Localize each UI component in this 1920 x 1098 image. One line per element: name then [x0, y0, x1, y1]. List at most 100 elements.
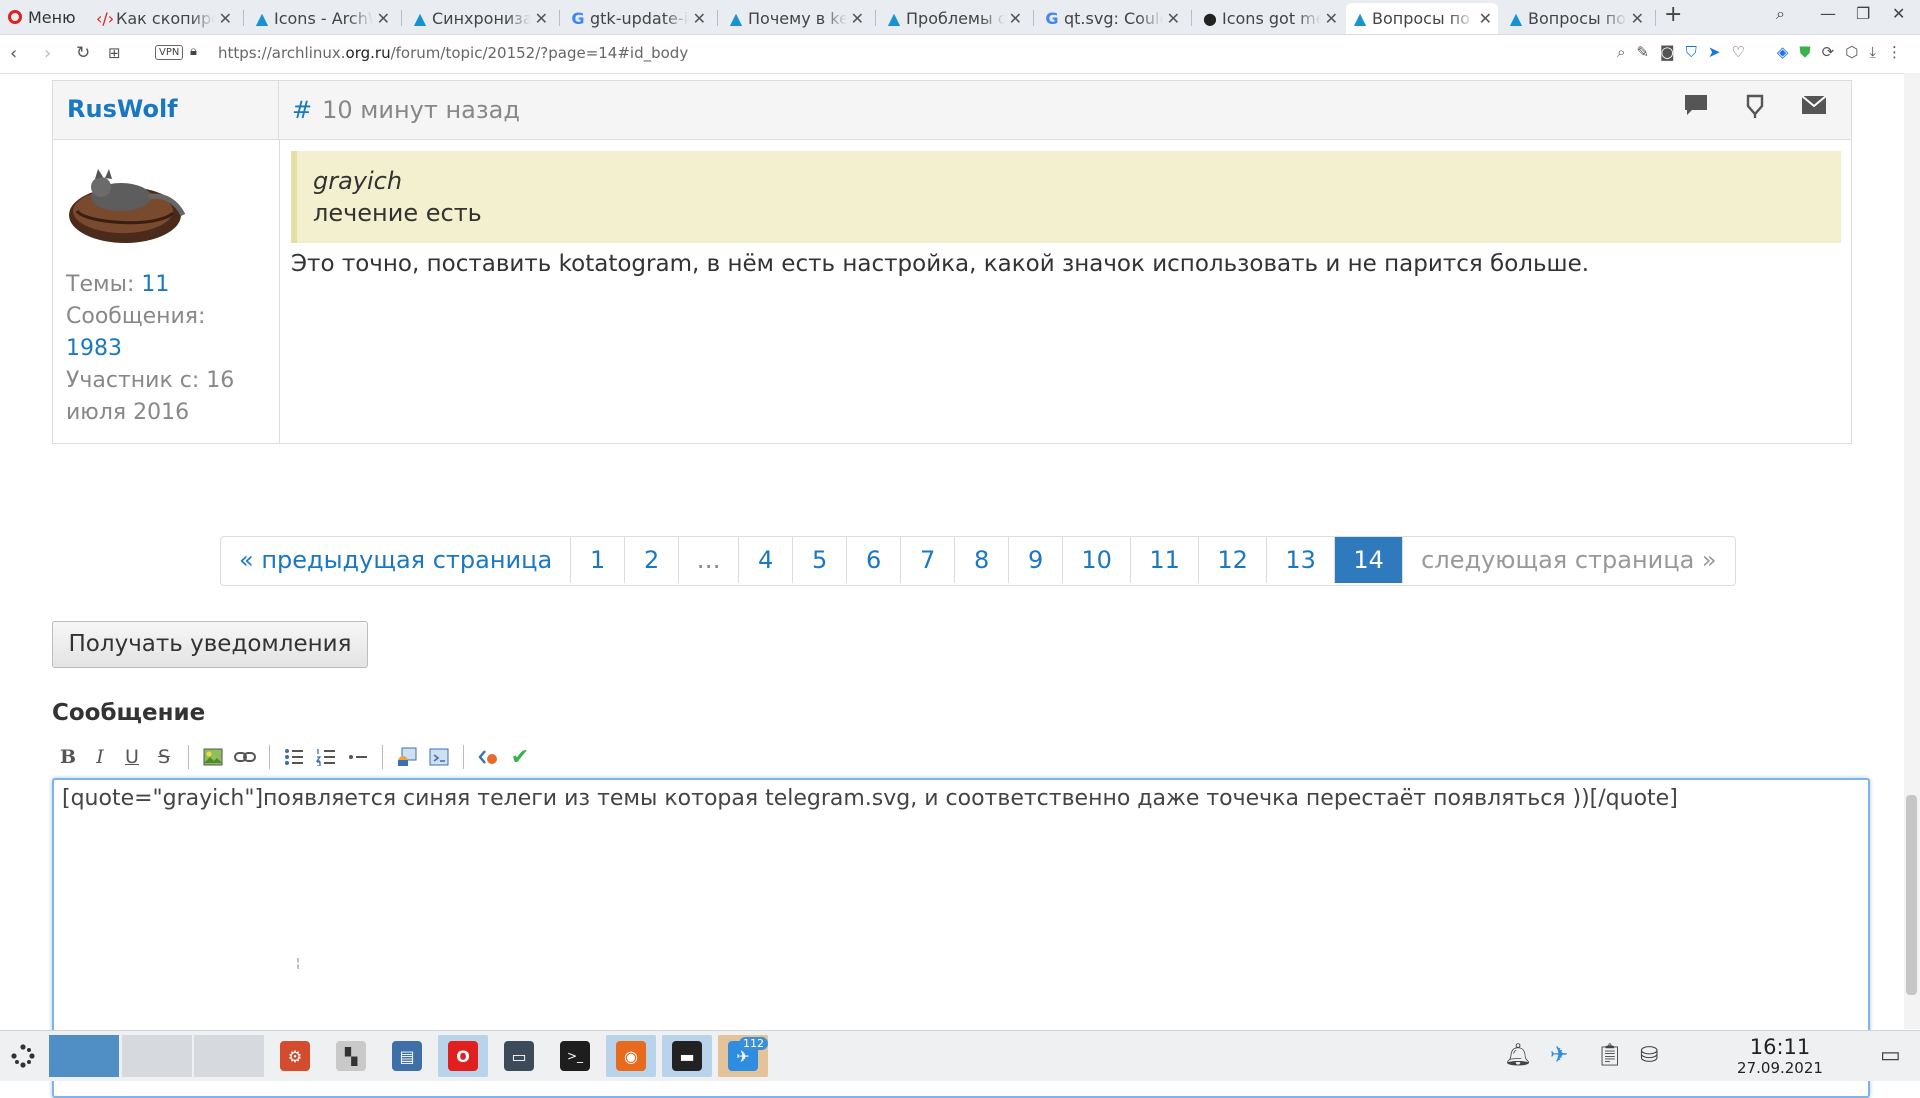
- page-link-4[interactable]: 4: [739, 537, 794, 583]
- show-desktop-icon[interactable]: ▭: [1880, 1043, 1901, 1068]
- taskbar-viewer-app[interactable]: ▚: [326, 1035, 376, 1077]
- subscribe-notifications-button[interactable]: Получать уведомления: [52, 621, 368, 668]
- post-permalink[interactable]: #: [292, 96, 312, 124]
- page-link-13[interactable]: 13: [1267, 537, 1336, 583]
- tab-close-icon[interactable]: ✕: [535, 9, 548, 28]
- page-link-2[interactable]: 2: [625, 537, 680, 583]
- taskbar-terminal-app[interactable]: ▭: [494, 1035, 544, 1077]
- page-link-11[interactable]: 11: [1131, 537, 1200, 583]
- page-link-12[interactable]: 12: [1199, 537, 1268, 583]
- bold-icon[interactable]: B: [52, 743, 84, 771]
- vpn-extension-icon[interactable]: ◈: [1777, 43, 1789, 61]
- clipboard-icon[interactable]: 📋︎: [1596, 1043, 1624, 1068]
- usb-drive-icon[interactable]: ⛁: [1640, 1043, 1658, 1068]
- reload-icon[interactable]: ↻: [76, 43, 90, 63]
- edit-icon[interactable]: ✎: [1636, 43, 1649, 61]
- new-tab-plus-icon[interactable]: +: [1664, 2, 1682, 27]
- tab-close-icon[interactable]: ✕: [851, 9, 864, 28]
- topics-count-link[interactable]: 11: [141, 272, 169, 297]
- tab-7[interactable]: G qt.svg: Could ✕: [1038, 4, 1186, 32]
- adblock-shield-icon[interactable]: ⛊: [1799, 43, 1810, 61]
- tab-close-icon[interactable]: ✕: [1631, 9, 1644, 28]
- opera-menu-button[interactable]: Меню: [8, 0, 76, 34]
- tab-1[interactable]: ‹/› Как скопиров ✕: [90, 4, 238, 32]
- reply-bubble-icon[interactable]: [1683, 93, 1709, 126]
- send-icon[interactable]: ➤: [1708, 43, 1721, 61]
- taskbar-window-app[interactable]: ▬: [662, 1035, 712, 1077]
- close-window-icon[interactable]: ✕: [1892, 4, 1905, 23]
- vpn-badge[interactable]: VPN: [155, 45, 184, 60]
- taskbar-settings-app[interactable]: ⚙: [270, 1035, 320, 1077]
- page-link-9[interactable]: 9: [1009, 537, 1064, 583]
- speed-dial-icon[interactable]: ⊞: [108, 44, 121, 62]
- tab-close-icon[interactable]: ✕: [693, 9, 706, 28]
- restore-icon[interactable]: ❐: [1856, 4, 1870, 23]
- quote-insert-icon[interactable]: [391, 743, 423, 771]
- clock[interactable]: 16:11 27.09.2021: [1690, 1035, 1870, 1077]
- code-insert-icon[interactable]: [423, 743, 455, 771]
- tab-8[interactable]: ● Icons got me ✕: [1196, 4, 1344, 32]
- notifications-bell-icon[interactable]: 🔔︎: [1504, 1043, 1532, 1068]
- page-scrollbar-thumb[interactable]: [1906, 795, 1917, 995]
- page-link-8[interactable]: 8: [955, 537, 1010, 583]
- user-avatar[interactable]: [65, 163, 186, 247]
- page-link-1[interactable]: 1: [571, 537, 626, 583]
- taskbar-opera-app[interactable]: O: [438, 1035, 488, 1077]
- taskbar-console-app[interactable]: >_: [550, 1035, 600, 1077]
- tab-4[interactable]: G gtk-update-icon ✕: [564, 4, 712, 32]
- workspace-3[interactable]: [194, 1035, 264, 1077]
- tab-close-icon[interactable]: ✕: [1009, 9, 1022, 28]
- tab-close-icon[interactable]: ✕: [219, 9, 232, 28]
- forward-icon[interactable]: ›: [44, 43, 51, 64]
- search-page-icon[interactable]: ⌕: [1617, 43, 1625, 61]
- page-link-6[interactable]: 6: [847, 537, 902, 583]
- mail-icon[interactable]: [1801, 93, 1827, 126]
- page-link-5[interactable]: 5: [793, 537, 848, 583]
- app-launcher-icon[interactable]: [10, 1043, 36, 1075]
- taskbar-files-app[interactable]: ▤: [382, 1035, 432, 1077]
- cube-icon[interactable]: ⬡: [1845, 43, 1858, 61]
- tab-6[interactable]: ▲ Проблемы с ✕: [880, 4, 1028, 32]
- prev-page-link[interactable]: « предыдущая страница: [221, 537, 572, 583]
- post-author-link[interactable]: RusWolf: [67, 95, 178, 123]
- messages-count-link[interactable]: 1983: [66, 333, 276, 365]
- tab-9-active[interactable]: ▲ Вопросы по Т ✕: [1346, 3, 1498, 34]
- sync-icon[interactable]: ⟳: [1822, 43, 1835, 61]
- taskbar-firefox-app[interactable]: ◉: [606, 1035, 656, 1077]
- source-toggle-icon[interactable]: [472, 743, 504, 771]
- tab-close-icon[interactable]: ✕: [1325, 9, 1338, 28]
- shield-icon[interactable]: ⛉: [1686, 43, 1697, 61]
- page-link-10[interactable]: 10: [1063, 537, 1132, 583]
- workspace-1[interactable]: [49, 1035, 119, 1077]
- camera-icon[interactable]: ◙: [1660, 43, 1675, 61]
- preview-check-icon[interactable]: ✔: [504, 743, 536, 771]
- italic-icon[interactable]: I: [84, 743, 116, 771]
- workspace-2[interactable]: [122, 1035, 192, 1077]
- horizontal-rule-icon[interactable]: [342, 743, 374, 771]
- minimize-icon[interactable]: —: [1820, 4, 1836, 23]
- page-link-7[interactable]: 7: [901, 537, 956, 583]
- tab-10[interactable]: ▲ Вопросы по Т ✕: [1502, 4, 1650, 32]
- underline-icon[interactable]: U: [116, 743, 148, 771]
- strikethrough-icon[interactable]: S: [148, 743, 180, 771]
- quote-icon[interactable]: [1743, 93, 1767, 126]
- download-icon[interactable]: ⤓: [1869, 43, 1876, 61]
- numbered-list-icon[interactable]: [310, 743, 342, 771]
- lock-icon[interactable]: 🔒︎: [190, 44, 197, 59]
- more-menu-icon[interactable]: ⋮: [1887, 43, 1902, 61]
- tab-5[interactable]: ▲ Почему в kee ✕: [722, 4, 870, 32]
- tab-close-icon[interactable]: ✕: [1479, 9, 1492, 28]
- bulleted-list-icon[interactable]: [278, 743, 310, 771]
- tab-3[interactable]: ▲ Синхронизация ✕: [406, 4, 554, 32]
- url-field[interactable]: https://archlinux.org.ru/forum/topic/201…: [218, 44, 688, 62]
- tab-2[interactable]: ▲ Icons - ArchWiki ✕: [248, 4, 396, 32]
- image-icon[interactable]: [197, 743, 229, 771]
- back-icon[interactable]: ‹: [10, 43, 17, 64]
- tab-close-icon[interactable]: ✕: [1167, 9, 1180, 28]
- heart-icon[interactable]: ♡: [1731, 43, 1744, 61]
- taskbar-telegram-app[interactable]: ✈ 112: [718, 1035, 768, 1077]
- link-icon[interactable]: [229, 743, 261, 771]
- tab-close-icon[interactable]: ✕: [377, 9, 390, 28]
- tab-search-icon[interactable]: ⌕: [1776, 4, 1785, 24]
- telegram-tray-icon[interactable]: ✈: [1550, 1043, 1568, 1068]
